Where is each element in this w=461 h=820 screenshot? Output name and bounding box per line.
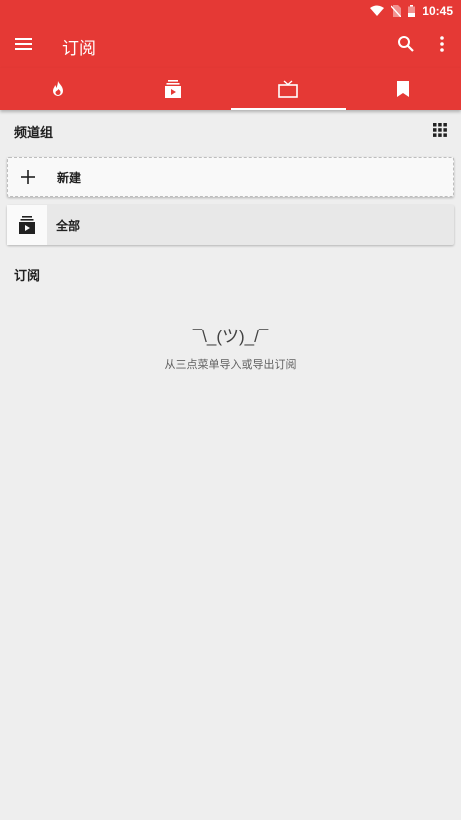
search-icon bbox=[398, 36, 414, 52]
more-options-button[interactable] bbox=[432, 34, 452, 54]
hamburger-menu-icon bbox=[15, 38, 32, 50]
plus-icon bbox=[21, 170, 35, 184]
tab-trending[interactable] bbox=[0, 68, 115, 110]
all-group-button[interactable]: 全部 bbox=[7, 205, 454, 245]
empty-state-hint: 从三点菜单导入或导出订阅 bbox=[164, 358, 297, 371]
toolbar: 订阅 bbox=[0, 22, 461, 68]
subscriptions-icon bbox=[164, 80, 181, 98]
tab-subscriptions[interactable] bbox=[230, 68, 347, 110]
battery-icon bbox=[408, 5, 416, 17]
new-group-icon-box bbox=[8, 157, 48, 197]
more-vert-icon bbox=[440, 36, 444, 52]
status-bar: 10:45 bbox=[0, 0, 461, 22]
menu-button[interactable] bbox=[14, 34, 34, 54]
grid-view-button[interactable] bbox=[432, 122, 448, 138]
all-group-icon-box bbox=[7, 205, 47, 245]
search-button[interactable] bbox=[396, 34, 416, 54]
page-title: 订阅 bbox=[62, 39, 96, 59]
tab-bookmarks[interactable] bbox=[346, 68, 461, 110]
status-time: 10:45 bbox=[422, 4, 453, 18]
tab-feed[interactable] bbox=[115, 68, 230, 110]
all-group-label: 全部 bbox=[56, 218, 81, 233]
new-group-button[interactable]: 新建 bbox=[7, 157, 454, 197]
bookmark-icon bbox=[397, 81, 410, 97]
empty-state-emoticon: ¯\_(ツ)_/¯ bbox=[192, 327, 269, 346]
no-sim-icon bbox=[391, 5, 402, 17]
subscriptions-header: 订阅 bbox=[14, 269, 41, 284]
subscriptions-icon bbox=[19, 216, 35, 234]
fire-icon bbox=[52, 81, 63, 96]
grid-view-icon bbox=[433, 123, 447, 137]
tab-bar bbox=[0, 68, 461, 110]
channel-groups-header: 频道组 bbox=[14, 126, 54, 141]
wifi-icon bbox=[370, 5, 385, 16]
new-group-label: 新建 bbox=[57, 170, 82, 185]
tv-icon bbox=[278, 80, 298, 98]
